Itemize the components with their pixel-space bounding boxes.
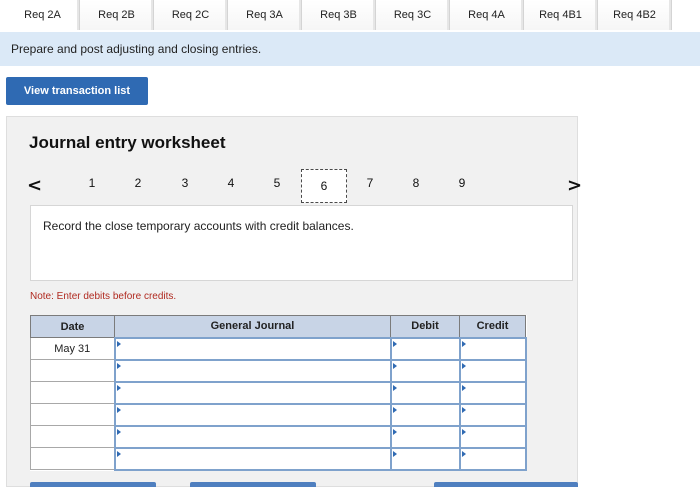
account-input[interactable] — [113, 446, 392, 471]
debit-input[interactable] — [389, 358, 461, 383]
credit-input[interactable] — [458, 336, 527, 361]
debit-input[interactable] — [389, 446, 461, 471]
page-6-selected[interactable]: 6 — [301, 169, 347, 203]
date-header: Date — [30, 315, 115, 338]
page-7[interactable]: 7 — [362, 176, 378, 190]
date-cell[interactable] — [30, 381, 115, 404]
tab-req-3b[interactable]: Req 3B — [302, 0, 376, 30]
credit-input[interactable] — [458, 380, 527, 405]
instruction-banner: Prepare and post adjusting and closing e… — [0, 32, 700, 66]
tab-req-4a[interactable]: Req 4A — [450, 0, 524, 30]
instruction-text: Prepare and post adjusting and closing e… — [11, 42, 262, 56]
credit-input[interactable] — [458, 358, 527, 383]
table-header-row: Date General Journal Debit Credit — [30, 315, 526, 338]
view-transaction-list-button[interactable]: View transaction list — [6, 77, 148, 105]
table-row — [30, 358, 527, 383]
general-journal-table: Date General Journal Debit Credit May 31 — [30, 315, 527, 471]
table-row — [30, 424, 527, 449]
view-general-journal-button-edge[interactable] — [434, 482, 578, 487]
table-row: May 31 — [30, 336, 527, 361]
account-input[interactable] — [113, 424, 392, 449]
journal-entry-worksheet: Journal entry worksheet < 1 2 3 4 5 6 7 … — [6, 116, 582, 487]
requirement-tabs: Req 2A Req 2B Req 2C Req 3A Req 3B Req 3… — [6, 0, 700, 30]
account-input[interactable] — [113, 358, 392, 383]
credit-input[interactable] — [458, 402, 527, 427]
debit-header: Debit — [390, 315, 460, 338]
date-cell[interactable] — [30, 447, 115, 470]
chevron-right-icon[interactable]: > — [567, 175, 582, 196]
entry-pager: < 1 2 3 4 5 6 7 8 9 > — [27, 169, 582, 205]
debit-input[interactable] — [389, 380, 461, 405]
account-input[interactable] — [113, 336, 392, 361]
record-instruction-box: Record the close temporary accounts with… — [30, 205, 573, 281]
date-cell[interactable] — [30, 403, 115, 426]
chevron-left-icon[interactable]: < — [27, 175, 42, 196]
tab-req-2b[interactable]: Req 2B — [80, 0, 154, 30]
debit-credit-note: Note: Enter debits before credits. — [30, 291, 177, 302]
page-9[interactable]: 9 — [454, 176, 470, 190]
general-journal-header: General Journal — [114, 315, 391, 338]
clear-entry-button-edge[interactable] — [190, 482, 316, 487]
page-3[interactable]: 3 — [177, 176, 193, 190]
date-cell[interactable] — [30, 425, 115, 448]
tab-req-4b2[interactable]: Req 4B2 — [598, 0, 672, 30]
credit-input[interactable] — [458, 446, 527, 471]
tab-req-3a[interactable]: Req 3A — [228, 0, 302, 30]
page-4[interactable]: 4 — [223, 176, 239, 190]
worksheet-title: Journal entry worksheet — [29, 133, 226, 152]
credit-header: Credit — [459, 315, 526, 338]
page-5[interactable]: 5 — [269, 176, 285, 190]
account-input[interactable] — [113, 380, 392, 405]
table-row — [30, 446, 527, 471]
page-2[interactable]: 2 — [130, 176, 146, 190]
account-input[interactable] — [113, 402, 392, 427]
tab-req-4b1[interactable]: Req 4B1 — [524, 0, 598, 30]
page-1[interactable]: 1 — [84, 176, 100, 190]
debit-input[interactable] — [389, 402, 461, 427]
tab-req-2c[interactable]: Req 2C — [154, 0, 228, 30]
debit-input[interactable] — [389, 424, 461, 449]
debit-input[interactable] — [389, 336, 461, 361]
date-cell: May 31 — [30, 337, 115, 360]
date-cell[interactable] — [30, 359, 115, 382]
tab-req-2a[interactable]: Req 2A — [6, 0, 80, 30]
tab-req-3c[interactable]: Req 3C — [376, 0, 450, 30]
table-row — [30, 380, 527, 405]
page-8[interactable]: 8 — [408, 176, 424, 190]
table-row — [30, 402, 527, 427]
record-entry-button-edge[interactable] — [30, 482, 156, 487]
credit-input[interactable] — [458, 424, 527, 449]
record-instruction-text: Record the close temporary accounts with… — [43, 219, 354, 233]
